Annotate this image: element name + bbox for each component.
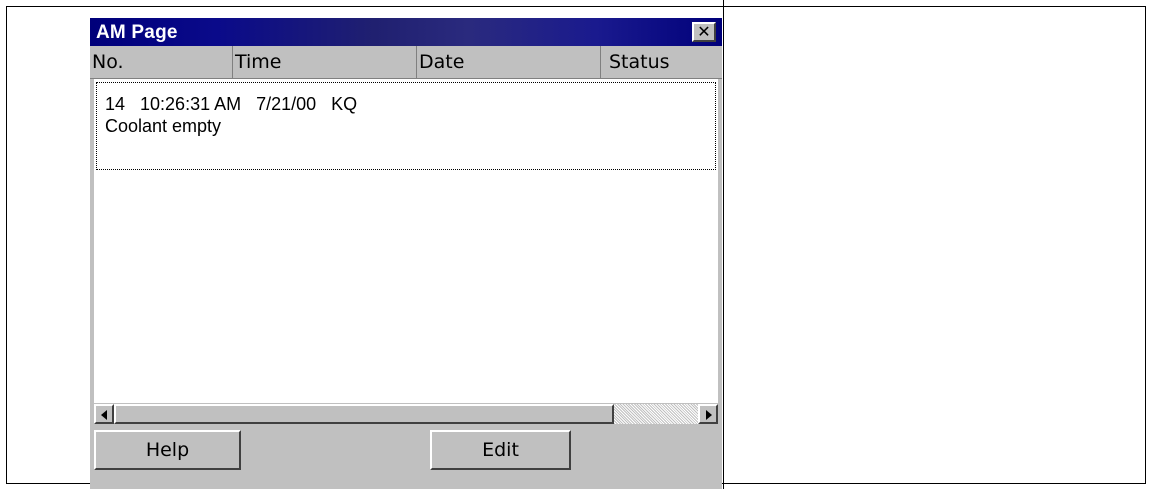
am-page-window: AM Page ✕ No. Time Date Status 14 10:26:… bbox=[90, 18, 722, 489]
window-title: AM Page bbox=[96, 22, 178, 43]
close-icon: ✕ bbox=[697, 22, 711, 41]
horizontal-scrollbar[interactable] bbox=[94, 404, 718, 424]
alarm-message: Coolant empty bbox=[105, 116, 222, 136]
scroll-right-button[interactable] bbox=[698, 404, 718, 424]
help-button[interactable]: Help bbox=[94, 430, 241, 470]
arrow-left-icon bbox=[101, 410, 107, 420]
title-bar[interactable]: AM Page ✕ bbox=[90, 18, 722, 46]
alarm-summary: 14 10:26:31 AM 7/21/00 KQ bbox=[105, 94, 358, 114]
column-header-time[interactable]: Time bbox=[233, 46, 417, 78]
close-button[interactable]: ✕ bbox=[692, 22, 716, 42]
list-item[interactable]: 14 10:26:31 AM 7/21/00 KQ Coolant empty bbox=[96, 82, 716, 170]
right-border-line bbox=[723, 0, 724, 489]
column-header-row: No. Time Date Status bbox=[90, 46, 722, 79]
arrow-right-icon bbox=[706, 410, 712, 420]
alarm-list[interactable]: 14 10:26:31 AM 7/21/00 KQ Coolant empty bbox=[94, 79, 718, 403]
column-header-status[interactable]: Status bbox=[601, 46, 722, 78]
column-header-no[interactable]: No. bbox=[90, 46, 233, 78]
edit-button[interactable]: Edit bbox=[430, 430, 571, 470]
scroll-left-button[interactable] bbox=[94, 404, 114, 424]
scroll-thumb[interactable] bbox=[114, 404, 614, 424]
scroll-track[interactable] bbox=[614, 404, 698, 424]
column-header-date[interactable]: Date bbox=[417, 46, 601, 78]
